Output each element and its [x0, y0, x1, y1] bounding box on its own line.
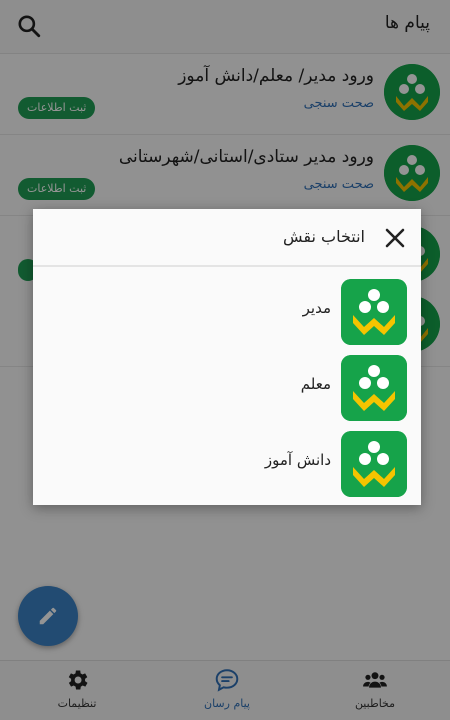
role-logo — [341, 279, 407, 345]
shad-logo-icon — [341, 279, 407, 345]
role-option-student[interactable]: دانش آموز — [33, 427, 421, 499]
role-label: مدیر — [302, 299, 331, 317]
app-screen: پیام ها ورود مدیر/ معلم/دانش آموز صحت سن… — [0, 0, 450, 720]
shad-logo-icon — [341, 355, 407, 421]
role-label: دانش آموز — [264, 451, 331, 469]
role-label: معلم — [300, 375, 331, 393]
role-option-manager[interactable]: مدیر — [33, 275, 421, 347]
dialog-header: انتخاب نقش — [33, 209, 421, 267]
close-icon[interactable] — [383, 226, 407, 250]
role-logo — [341, 431, 407, 497]
role-logo — [341, 355, 407, 421]
shad-logo-icon — [341, 431, 407, 497]
role-option-teacher[interactable]: معلم — [33, 351, 421, 423]
role-select-dialog: انتخاب نقش مدیر معلم دانش آموز — [33, 209, 421, 505]
dialog-title: انتخاب نقش — [282, 227, 365, 246]
